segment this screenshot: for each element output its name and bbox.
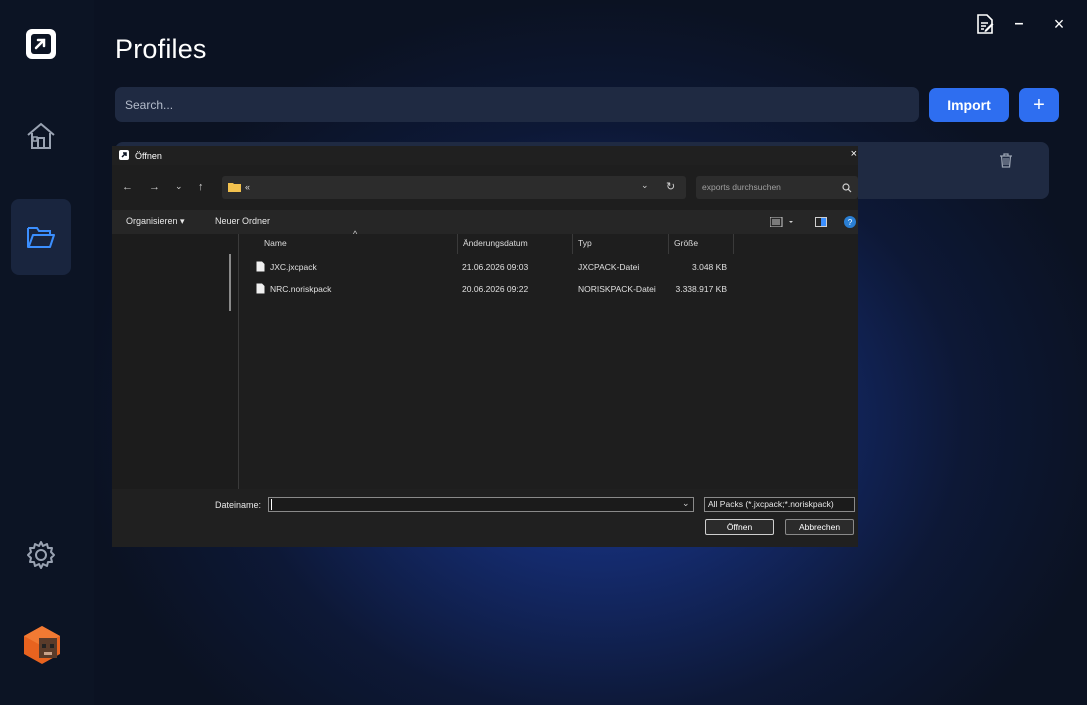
file-type: JXCPACK-Datei bbox=[578, 262, 640, 272]
preview-pane-icon[interactable] bbox=[815, 217, 827, 227]
file-name: JXC.jxcpack bbox=[270, 262, 317, 272]
folder-icon bbox=[228, 183, 241, 192]
new-folder-button[interactable]: Neuer Ordner bbox=[215, 216, 270, 226]
recent-dropdown-icon[interactable]: ⌄ bbox=[175, 181, 183, 192]
column-size[interactable]: Größe bbox=[674, 238, 698, 248]
file-date: 21.06.2026 09:03 bbox=[462, 262, 529, 272]
edit-document-icon bbox=[977, 14, 994, 34]
column-type[interactable]: Typ bbox=[578, 238, 592, 248]
navigation-pane[interactable] bbox=[112, 234, 239, 489]
dialog-app-icon bbox=[119, 150, 129, 160]
address-bar[interactable]: « ⌄ ↻ bbox=[222, 176, 686, 199]
search-icon bbox=[842, 183, 852, 193]
open-button[interactable]: Öffnen bbox=[705, 519, 774, 535]
file-open-dialog: Öffnen × ← → ⌄ ↑ « ⌄ ↻ exports durchsuch… bbox=[112, 146, 858, 547]
filename-dropdown-icon[interactable]: ⌄ bbox=[682, 498, 690, 509]
nav-scrollbar[interactable] bbox=[229, 254, 231, 311]
gear-icon bbox=[27, 541, 55, 569]
filetype-select[interactable]: All Packs (*.jxcpack;*.noriskpack) bbox=[704, 497, 855, 512]
dialog-toolbar: Organisieren ▾ Neuer Ordner ? bbox=[112, 210, 858, 234]
filename-input[interactable]: ⌄ bbox=[268, 497, 694, 512]
column-divider bbox=[572, 234, 573, 254]
back-arrow-icon[interactable]: ← bbox=[122, 181, 133, 193]
add-profile-button[interactable]: + bbox=[1019, 88, 1059, 122]
text-cursor bbox=[271, 499, 272, 510]
file-size: 3.338.917 KB bbox=[675, 284, 727, 294]
file-date: 20.06.2026 09:22 bbox=[462, 284, 529, 294]
organize-button[interactable]: Organisieren ▾ bbox=[126, 216, 185, 227]
svg-text:?: ? bbox=[848, 218, 853, 227]
column-divider bbox=[457, 234, 458, 254]
up-arrow-icon[interactable]: ↑ bbox=[198, 181, 204, 193]
file-size: 3.048 KB bbox=[692, 262, 727, 272]
sidebar-item-settings[interactable] bbox=[11, 517, 71, 593]
folder-open-icon bbox=[27, 227, 55, 248]
column-divider bbox=[668, 234, 669, 254]
dialog-close-button[interactable]: × bbox=[851, 148, 857, 160]
refresh-icon[interactable]: ↻ bbox=[666, 180, 675, 193]
address-path: « bbox=[245, 182, 251, 192]
minimize-button[interactable]: – bbox=[1010, 14, 1028, 34]
dialog-titlebar: Öffnen × bbox=[112, 146, 858, 165]
address-dropdown-icon[interactable]: ⌄ bbox=[641, 180, 649, 191]
column-date[interactable]: Änderungsdatum bbox=[463, 238, 528, 248]
trash-icon[interactable] bbox=[998, 152, 1014, 168]
sort-up-icon: ^ bbox=[353, 229, 358, 239]
column-name[interactable]: Name bbox=[264, 238, 287, 248]
forward-arrow-icon[interactable]: → bbox=[149, 181, 160, 193]
view-options-icon[interactable] bbox=[770, 217, 796, 227]
dialog-title: Öffnen bbox=[135, 151, 162, 161]
sidebar-item-profiles[interactable] bbox=[11, 199, 71, 275]
file-icon bbox=[256, 261, 265, 272]
app-logo-icon bbox=[26, 29, 56, 59]
cancel-button[interactable]: Abbrechen bbox=[785, 519, 854, 535]
notes-button[interactable] bbox=[975, 14, 995, 34]
filetype-value: All Packs (*.jxcpack;*.noriskpack) bbox=[708, 499, 834, 509]
sidebar bbox=[0, 0, 94, 705]
avatar[interactable] bbox=[22, 624, 62, 664]
file-name: NRC.noriskpack bbox=[270, 284, 332, 294]
sidebar-item-home[interactable] bbox=[11, 98, 71, 174]
dialog-search-placeholder: exports durchsuchen bbox=[702, 182, 781, 192]
page-title: Profiles bbox=[115, 34, 207, 64]
dialog-search-input[interactable]: exports durchsuchen bbox=[696, 176, 858, 199]
file-type: NORISKPACK-Datei bbox=[578, 284, 656, 294]
home-icon bbox=[27, 122, 55, 149]
search-input[interactable] bbox=[115, 87, 919, 122]
file-icon bbox=[256, 283, 265, 294]
close-button[interactable]: × bbox=[1050, 14, 1068, 34]
import-button[interactable]: Import bbox=[929, 88, 1009, 122]
filename-label: Dateiname: bbox=[215, 500, 262, 510]
help-icon[interactable]: ? bbox=[844, 216, 856, 228]
column-divider bbox=[733, 234, 734, 254]
